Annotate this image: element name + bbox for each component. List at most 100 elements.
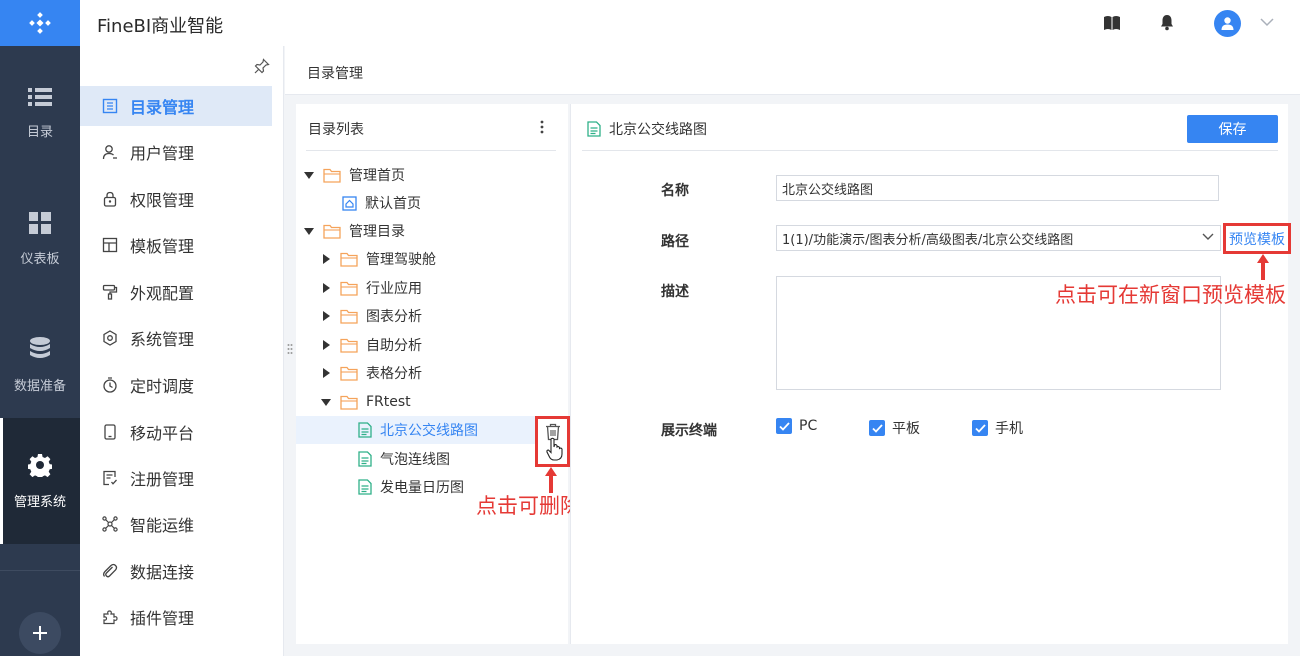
tree-node-frtest[interactable]: FRtest — [318, 388, 411, 416]
tree-node-label: 北京公交线路图 — [380, 423, 478, 439]
check-icon — [972, 420, 988, 436]
menu-item-schedule[interactable]: 定时调度 — [80, 365, 272, 405]
caret-down-icon[interactable] — [304, 227, 314, 235]
folder-icon — [340, 395, 358, 410]
tree-node-manage-home[interactable]: 管理首页 — [301, 161, 405, 189]
lock-icon — [103, 191, 117, 207]
tree-header: 目录列表 — [308, 122, 364, 138]
tree-node-label: 默认首页 — [365, 196, 421, 212]
checkbox-label: 手机 — [995, 421, 1023, 437]
rail-item-label: 目录 — [26, 124, 53, 140]
menu-item-plugins[interactable]: 插件管理 — [80, 597, 272, 637]
chevron-down-icon[interactable] — [1202, 233, 1214, 241]
template-detail-panel: 北京公交线路图 保存 名称 北京公交线路图 路径 1(1)/功能演示/图表分析/… — [570, 104, 1291, 644]
menu-item-templates[interactable]: 模板管理 — [80, 225, 272, 265]
menu-item-label: 用户管理 — [130, 144, 195, 163]
menu-item-label: 注册管理 — [130, 470, 195, 489]
tree-node-beijing-bus[interactable]: 北京公交线路图 — [296, 416, 536, 444]
caret-right-icon[interactable] — [322, 311, 330, 321]
menu-item-catalog[interactable]: 目录管理 — [80, 86, 272, 126]
more-vertical-icon[interactable] — [540, 120, 544, 134]
database-icon — [30, 336, 50, 358]
tree-node-label: 管理驾驶舱 — [366, 252, 436, 268]
rail-item-dashboard[interactable]: 仪表板 — [0, 176, 80, 302]
tree-node-chart-analysis[interactable]: 图表分析 — [318, 302, 422, 330]
check-icon — [776, 418, 792, 434]
tree-node-industry[interactable]: 行业应用 — [318, 274, 422, 302]
tree-node-manage-catalog[interactable]: 管理目录 — [301, 217, 405, 245]
dashboard-icon — [29, 211, 51, 234]
left-rail: 目录 仪表板 数据准备 管理系统 — [0, 0, 80, 656]
tree-node-label: 表格分析 — [366, 366, 422, 382]
menu-item-registration[interactable]: 注册管理 — [80, 458, 272, 498]
resize-handle[interactable] — [287, 343, 293, 357]
terminal-label: 展示终端 — [661, 423, 717, 439]
logo[interactable] — [0, 0, 80, 46]
tree-node-label: 气泡连线图 — [380, 452, 450, 468]
menu-item-label: 智能运维 — [130, 516, 195, 535]
tree-node-label: 管理首页 — [349, 168, 405, 184]
divider — [582, 150, 1278, 151]
menu-item-appearance[interactable]: 外观配置 — [80, 272, 272, 312]
add-button[interactable] — [19, 612, 61, 654]
breadcrumb: 目录管理 — [307, 66, 363, 82]
path-value: 1(1)/功能演示/图表分析/高级图表/北京公交线路图 — [782, 232, 1074, 248]
bell-icon[interactable] — [1160, 14, 1174, 31]
rail-item-catalog[interactable]: 目录 — [0, 50, 80, 176]
rail-item-label: 管理系统 — [13, 494, 66, 510]
folder-icon — [323, 224, 341, 239]
chevron-down-icon[interactable] — [1260, 18, 1274, 27]
path-select[interactable]: 1(1)/功能演示/图表分析/高级图表/北京公交线路图 — [776, 225, 1221, 251]
checkbox-label: PC — [799, 418, 818, 434]
pin-icon[interactable] — [254, 58, 270, 74]
caret-down-icon[interactable] — [321, 398, 331, 406]
template-file-icon — [358, 479, 372, 495]
folder-icon — [323, 168, 341, 183]
caret-down-icon[interactable] — [304, 171, 314, 179]
detail-title-text: 北京公交线路图 — [609, 122, 707, 138]
tree-node-self-service[interactable]: 自助分析 — [318, 331, 422, 359]
tree-node-power-calendar[interactable]: 发电量日历图 — [358, 473, 464, 501]
user-icon — [1221, 17, 1234, 30]
checkbox-phone[interactable]: 手机 — [972, 418, 1023, 438]
description-label: 描述 — [661, 284, 689, 300]
menu-item-connections[interactable]: 数据连接 — [80, 551, 272, 591]
catalog-icon — [102, 98, 118, 114]
menu-item-label: 外观配置 — [130, 284, 195, 303]
logo-icon — [29, 12, 51, 34]
rail-item-data-prep[interactable]: 数据准备 — [0, 302, 80, 428]
checkbox-tablet[interactable]: 平板 — [869, 418, 920, 438]
checkbox-pc[interactable]: PC — [776, 418, 817, 434]
tree-node-bubble-line[interactable]: 气泡连线图 — [358, 445, 450, 473]
tree-node-default-home[interactable]: 默认首页 — [318, 189, 421, 217]
caret-right-icon[interactable] — [322, 254, 330, 264]
folder-icon — [340, 252, 358, 267]
check-icon — [869, 420, 885, 436]
folder-icon — [340, 309, 358, 324]
tree-node-cockpit[interactable]: 管理驾驶舱 — [318, 245, 436, 273]
paint-roller-icon — [102, 284, 118, 300]
breadcrumb-bar: 目录管理 — [285, 46, 1300, 95]
avatar[interactable] — [1214, 10, 1241, 37]
menu-item-permissions[interactable]: 权限管理 — [80, 179, 272, 219]
menu-item-system[interactable]: 系统管理 — [80, 318, 272, 358]
rail-item-label: 仪表板 — [20, 251, 60, 267]
caret-right-icon[interactable] — [322, 283, 330, 293]
caret-right-icon[interactable] — [322, 368, 330, 378]
app-title: FineBI商业智能 — [97, 16, 224, 37]
name-input[interactable]: 北京公交线路图 — [776, 175, 1219, 201]
menu-item-ops[interactable]: 智能运维 — [80, 504, 272, 544]
menu-item-mobile[interactable]: 移动平台 — [80, 412, 272, 452]
save-button[interactable]: 保存 — [1187, 115, 1278, 143]
menu-item-users[interactable]: 用户管理 — [80, 132, 272, 172]
tree-node-table-analysis[interactable]: 表格分析 — [318, 359, 422, 387]
annotation-arrow-up — [1257, 254, 1269, 280]
preview-template-link[interactable]: 预览模板 — [1223, 223, 1291, 254]
settings-icon — [103, 330, 117, 346]
menu-item-label: 权限管理 — [130, 191, 195, 210]
book-icon[interactable] — [1103, 15, 1121, 31]
rail-item-admin[interactable]: 管理系统 — [0, 418, 80, 544]
admin-submenu: 目录管理 用户管理 权限管理 模板管理 外观配置 系统管理 定时调度 移动平台 … — [80, 46, 284, 656]
caret-right-icon[interactable] — [322, 340, 330, 350]
top-bar: FineBI商业智能 — [80, 0, 1300, 46]
